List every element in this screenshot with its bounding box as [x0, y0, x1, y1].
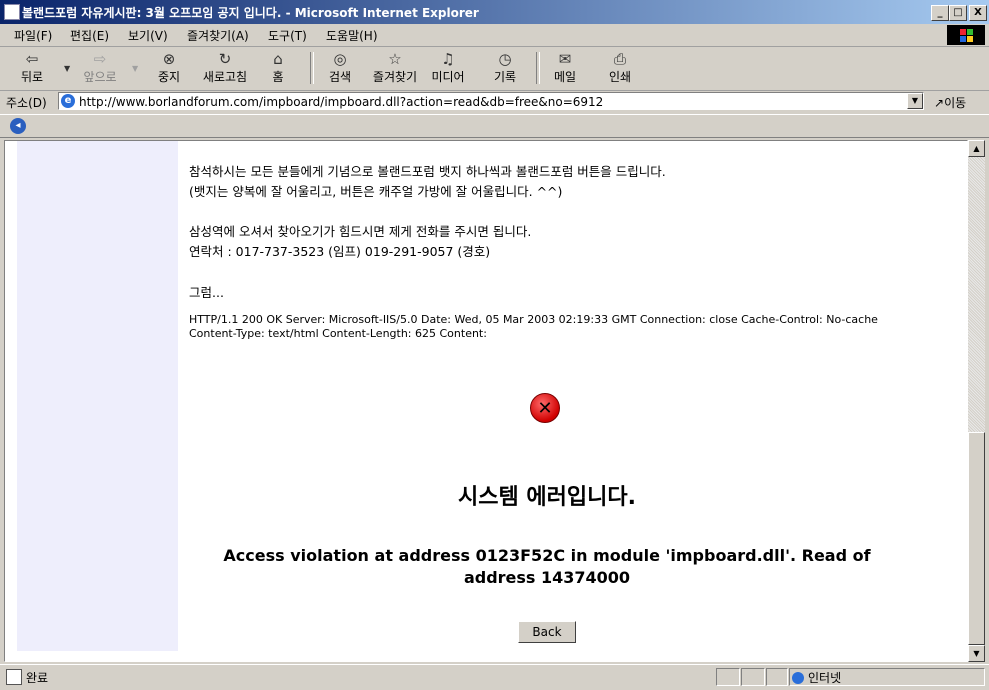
- favorites-button[interactable]: ☆ 즐겨찾기: [365, 49, 425, 85]
- address-bar: 주소(D) e http://www.borlandforum.com/impb…: [0, 91, 989, 113]
- system-error-heading: 시스템 에러입니다.: [458, 485, 636, 510]
- menu-view[interactable]: 보기(V): [128, 27, 168, 44]
- internet-zone: 인터넷: [792, 669, 841, 686]
- error-icon: ✕: [530, 393, 560, 423]
- address-input[interactable]: e http://www.borlandforum.com/impboard/i…: [58, 92, 924, 110]
- scroll-thumb[interactable]: [968, 432, 985, 645]
- favorites-icon: ☆: [388, 50, 402, 68]
- status-pane: [741, 668, 765, 686]
- refresh-icon: ↻: [218, 50, 232, 68]
- search-icon: ◎: [333, 50, 347, 68]
- printer-icon: ⎙: [613, 50, 626, 68]
- back-page-button[interactable]: Back: [518, 621, 576, 643]
- back-circle-icon[interactable]: ◂: [10, 118, 26, 134]
- maximize-button[interactable]: □: [949, 5, 967, 21]
- media-icon: ♫: [441, 50, 455, 68]
- window-title: 볼랜드포럼 자유게시판: 3월 오프모임 공지 입니다. - Microsoft…: [22, 6, 479, 20]
- home-button[interactable]: ⌂ 홈: [256, 49, 300, 85]
- globe-icon: [792, 672, 804, 684]
- status-text: 완료: [26, 671, 49, 685]
- ie-page-icon: [4, 4, 20, 20]
- toolbar-separator: [536, 52, 540, 84]
- back-button[interactable]: ⇦ 뒤로: [10, 49, 54, 85]
- links-bar: ◂: [0, 114, 989, 138]
- address-dropdown-icon[interactable]: ▼: [907, 93, 923, 109]
- ie-page-icon: e: [61, 94, 75, 108]
- back-arrow-icon: ⇦: [25, 50, 39, 68]
- refresh-button[interactable]: ↻ 새로고침: [194, 49, 256, 85]
- forward-arrow-icon: ⇨: [93, 50, 107, 68]
- minimize-button[interactable]: _: [931, 5, 949, 21]
- http-header-text: HTTP/1.1 200 OK Server: Microsoft-IIS/5.…: [189, 313, 878, 340]
- menu-file[interactable]: 파일(F): [14, 27, 52, 44]
- toolbar: ⇦ 뒤로 ▼ ⇨ 앞으로 ▼ ⊗ 중지 ↻ 새로고침 ⌂ 홈 ◎ 검색 ☆ 즐겨…: [0, 46, 989, 91]
- post-text-line: 참석하시는 모든 분들에게 기념으로 볼랜드포럼 뱃지 하나씩과 볼랜드포럼 버…: [189, 164, 666, 179]
- status-pane: [766, 668, 788, 686]
- page-content: 참석하시는 모든 분들에게 기념으로 볼랜드포럼 뱃지 하나씩과 볼랜드포럼 버…: [4, 140, 968, 662]
- toolbar-separator: [310, 52, 314, 84]
- home-icon: ⌂: [273, 50, 283, 68]
- search-button[interactable]: ◎ 검색: [318, 49, 362, 85]
- history-icon: ◷: [498, 50, 512, 68]
- address-label: 주소(D): [6, 96, 47, 110]
- vertical-scrollbar[interactable]: ▲ ▼: [968, 140, 985, 662]
- post-text-line: 그럼...: [189, 285, 224, 300]
- mail-icon: ✉: [558, 50, 572, 68]
- left-sidebar-column: [17, 141, 178, 651]
- mail-button[interactable]: ✉ 메일: [543, 49, 587, 85]
- scroll-down-icon[interactable]: ▼: [968, 645, 985, 662]
- access-violation-message: Access violation at address 0123F52C in …: [223, 546, 871, 587]
- windows-logo-icon: [947, 25, 985, 45]
- menu-favorites[interactable]: 즐겨찾기(A): [187, 27, 249, 44]
- stop-icon: ⊗: [162, 50, 176, 68]
- status-bar: 완료 인터넷: [0, 664, 989, 690]
- menu-help[interactable]: 도움말(H): [326, 27, 378, 44]
- page-done-icon: [6, 669, 22, 685]
- post-text-line: 삼성역에 오셔서 찾아오기가 힘드시면 제게 전화를 주시면 됩니다.: [189, 224, 532, 239]
- media-button[interactable]: ♫ 미디어: [426, 49, 470, 85]
- close-button[interactable]: X: [969, 5, 987, 21]
- forward-button[interactable]: ⇨ 앞으로: [78, 49, 122, 85]
- title-bar: 볼랜드포럼 자유게시판: 3월 오프모임 공지 입니다. - Microsoft…: [0, 0, 989, 24]
- stop-button[interactable]: ⊗ 중지: [147, 49, 191, 85]
- menu-tools[interactable]: 도구(T): [268, 27, 307, 44]
- menu-edit[interactable]: 편집(E): [70, 27, 109, 44]
- address-url[interactable]: http://www.borlandforum.com/impboard/imp…: [79, 95, 603, 109]
- scroll-up-icon[interactable]: ▲: [968, 140, 985, 157]
- menu-bar: 파일(F) 편집(E) 보기(V) 즐겨찾기(A) 도구(T) 도움말(H): [0, 24, 989, 47]
- post-text-line: 연락처 : 017-737-3523 (임프) 019-291-9057 (경호…: [189, 244, 491, 259]
- status-pane: [716, 668, 740, 686]
- post-text-line: (뱃지는 양복에 잘 어울리고, 버튼은 캐주얼 가방에 잘 어울립니다. ^^…: [189, 184, 563, 199]
- back-dropdown-icon[interactable]: ▼: [64, 64, 70, 73]
- go-arrow-icon: ↗: [934, 96, 945, 110]
- history-button[interactable]: ◷ 기록: [483, 49, 527, 85]
- go-button[interactable]: ↗이동: [934, 94, 966, 111]
- print-button[interactable]: ⎙ 인쇄: [598, 49, 642, 85]
- forward-dropdown-icon[interactable]: ▼: [132, 64, 138, 73]
